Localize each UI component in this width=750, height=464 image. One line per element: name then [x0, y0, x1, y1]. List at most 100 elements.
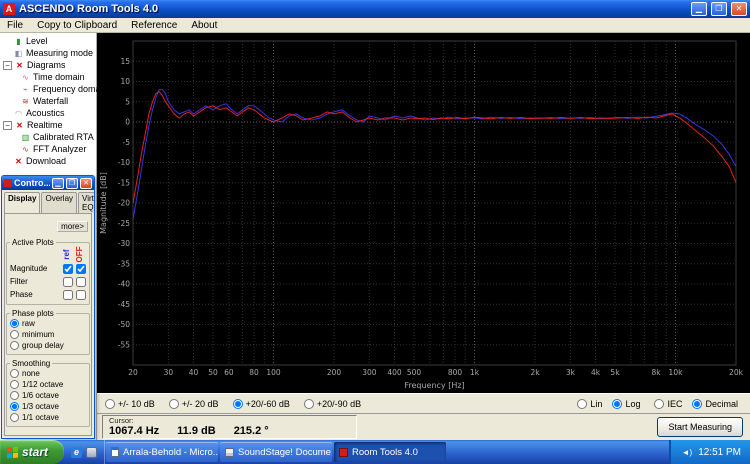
minimize-button[interactable]: ▁	[52, 178, 64, 189]
acoustics-icon	[13, 109, 24, 118]
iec-radio[interactable]	[654, 399, 664, 409]
display-tab-page: more> Active Plots ref OFF Magnitude Fil…	[4, 213, 92, 436]
svg-text:-5: -5	[123, 138, 131, 147]
tab-display[interactable]: Display	[4, 192, 40, 213]
log-option[interactable]: Log	[612, 399, 640, 409]
menu-file[interactable]: File	[0, 18, 30, 32]
smoothing-1-1-option[interactable]: 1/1 octave	[10, 412, 86, 423]
range-10db-option[interactable]: +/- 10 dB	[105, 399, 155, 409]
minimize-button[interactable]: ▁	[691, 2, 707, 16]
magnitude-off-checkbox[interactable]	[76, 264, 86, 274]
range-10db-label: +/- 10 dB	[118, 399, 155, 409]
tree-item-level[interactable]: Level	[0, 35, 96, 47]
svg-text:8k: 8k	[651, 368, 661, 377]
decimal-option[interactable]: Decimal	[692, 399, 738, 409]
tree-item-download[interactable]: Download	[0, 155, 96, 167]
tree-item-diagrams[interactable]: − Diagrams	[0, 59, 96, 71]
phase-group-delay-option[interactable]: group delay	[10, 340, 86, 351]
svg-text:800: 800	[448, 368, 463, 377]
start-measuring-button[interactable]: Start Measuring	[657, 417, 743, 437]
start-button[interactable]: start	[0, 440, 64, 464]
phase-raw-radio[interactable]	[10, 319, 19, 328]
tree-item-frequency-domain[interactable]: Frequency domain	[0, 83, 96, 95]
menu-reference[interactable]: Reference	[124, 18, 184, 32]
smoothing-1-12-option[interactable]: 1/12 octave	[10, 379, 86, 390]
smoothing-1-6-radio[interactable]	[10, 391, 19, 400]
filter-ref-checkbox[interactable]	[63, 277, 73, 287]
smoothing-1-6-option[interactable]: 1/6 octave	[10, 390, 86, 401]
smoothing-none-radio[interactable]	[10, 369, 19, 378]
more-button[interactable]: more>	[57, 221, 88, 232]
close-button[interactable]: ✕	[731, 2, 747, 16]
clock[interactable]: 12:51 PM	[698, 447, 741, 458]
lin-radio[interactable]	[577, 399, 587, 409]
show-desktop-icon[interactable]	[86, 447, 97, 458]
volume-icon[interactable]: ◄)	[682, 448, 693, 457]
maximize-button[interactable]: ❐	[711, 2, 727, 16]
waterfall-icon	[20, 97, 31, 106]
iec-option[interactable]: IEC	[654, 399, 682, 409]
tree-item-realtime[interactable]: − Realtime	[0, 119, 96, 131]
filter-off-checkbox[interactable]	[76, 277, 86, 287]
frequency-response-plot[interactable]: -55-50-45-40-35-30-25-20-15-10-505101520…	[97, 33, 750, 393]
log-radio[interactable]	[612, 399, 622, 409]
maximize-button[interactable]: ❐	[66, 178, 78, 189]
tree-item-acoustics[interactable]: Acoustics	[0, 107, 96, 119]
phase-group-delay-radio[interactable]	[10, 341, 19, 350]
smoothing-1-1-label: 1/1 octave	[22, 413, 59, 422]
tree-item-waterfall[interactable]: Waterfall	[0, 95, 96, 107]
tree-item-fft-analyzer[interactable]: FFT Analyzer	[0, 143, 96, 155]
tree-item-calibrated-rta[interactable]: Calibrated RTA	[0, 131, 96, 143]
range-20-90db-radio[interactable]	[304, 399, 314, 409]
internet-icon[interactable]: e	[71, 447, 82, 458]
decimal-radio[interactable]	[692, 399, 702, 409]
phase-raw-option[interactable]: raw	[10, 318, 86, 329]
smoothing-1-1-radio[interactable]	[10, 413, 19, 422]
svg-text:-10: -10	[118, 158, 130, 167]
menu-about[interactable]: About	[184, 18, 224, 32]
phase-ref-checkbox[interactable]	[63, 290, 73, 300]
phase-off-checkbox[interactable]	[76, 290, 86, 300]
plot-column-headers: ref OFF	[10, 247, 86, 262]
svg-text:15: 15	[120, 57, 130, 66]
close-button[interactable]: ✕	[80, 178, 92, 189]
range-20-90db-option[interactable]: +20/-90 dB	[304, 399, 361, 409]
measuring-mode-icon	[13, 49, 24, 58]
taskbar-item-1[interactable]: Arrala-Behold - Micro...	[106, 442, 218, 462]
range-10db-radio[interactable]	[105, 399, 115, 409]
smoothing-1-3-option[interactable]: 1/3 octave	[10, 401, 86, 412]
filter-label: Filter	[10, 277, 60, 286]
svg-text:5: 5	[125, 97, 130, 106]
control-window: Contro... ▁ ❐ ✕ Display Overlay Virt. EQ…	[1, 175, 95, 439]
off-column-label: OFF	[72, 248, 87, 261]
smoothing-1-3-radio[interactable]	[10, 402, 19, 411]
tab-overlay[interactable]: Overlay	[41, 192, 77, 213]
tab-virt-eq[interactable]: Virt. EQ	[78, 192, 95, 213]
menu-copy-to-clipboard[interactable]: Copy to Clipboard	[30, 18, 124, 32]
iec-label: IEC	[667, 399, 682, 409]
tree-item-label: Realtime	[27, 120, 63, 130]
tree-item-time-domain[interactable]: Time domain	[0, 71, 96, 83]
chart-area[interactable]: -55-50-45-40-35-30-25-20-15-10-505101520…	[97, 33, 750, 393]
cursor-frequency-value: 1067.4 Hz	[109, 425, 159, 438]
window-titlebar[interactable]: A ASCENDO Room Tools 4.0 ▁ ❐ ✕	[0, 0, 750, 18]
lin-option[interactable]: Lin	[577, 399, 602, 409]
svg-text:3k: 3k	[566, 368, 576, 377]
range-20-60db-radio[interactable]	[233, 399, 243, 409]
range-20db-option[interactable]: +/- 20 dB	[169, 399, 219, 409]
range-20db-radio[interactable]	[169, 399, 179, 409]
control-window-titlebar[interactable]: Contro... ▁ ❐ ✕	[2, 176, 94, 190]
magnitude-ref-checkbox[interactable]	[63, 264, 73, 274]
range-20-60db-option[interactable]: +20/-60 dB	[233, 399, 290, 409]
phase-minimum-radio[interactable]	[10, 330, 19, 339]
taskbar-item-room-tools[interactable]: Room Tools 4.0	[334, 442, 446, 462]
collapse-icon[interactable]: −	[3, 121, 12, 130]
tree-item-measuring-mode[interactable]: Measuring mode	[0, 47, 96, 59]
svg-text:80: 80	[249, 368, 259, 377]
collapse-icon[interactable]: −	[3, 61, 12, 70]
phase-minimum-option[interactable]: minimum	[10, 329, 86, 340]
smoothing-none-option[interactable]: none	[10, 368, 86, 379]
taskbar-item-2[interactable]: SoundStage! Docume...	[220, 442, 332, 462]
smoothing-1-12-radio[interactable]	[10, 380, 19, 389]
level-icon	[13, 37, 24, 46]
